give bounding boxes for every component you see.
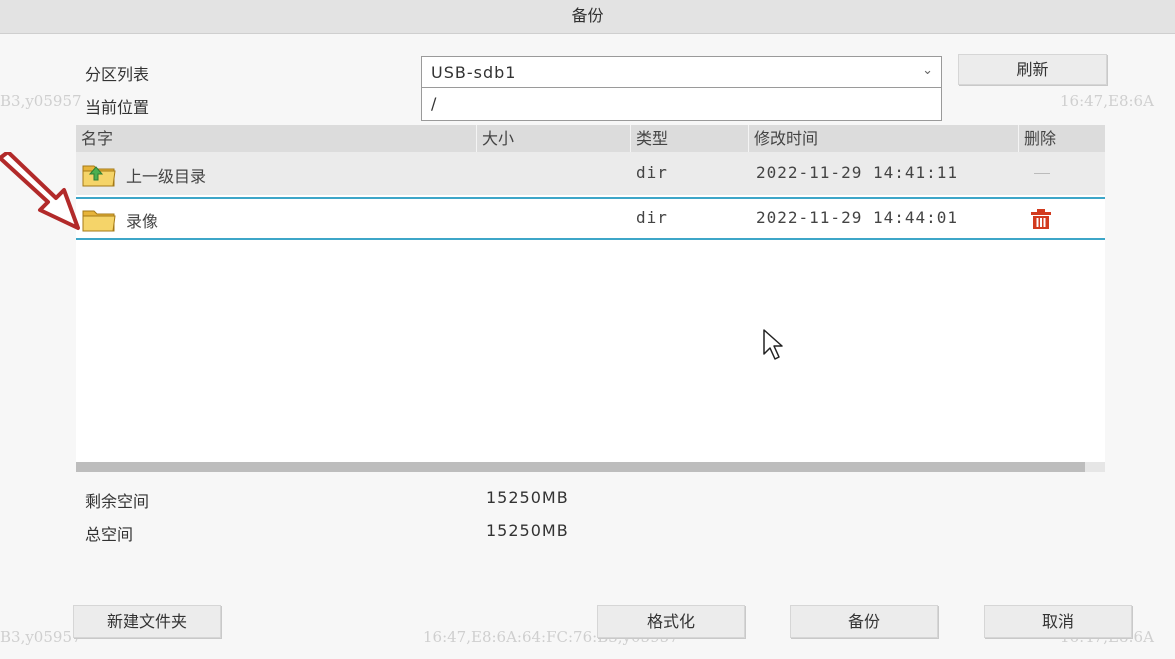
row-modified: 2022-11-29 14:41:11 [756, 163, 959, 182]
row-name: 录像 [126, 212, 159, 231]
partition-label: 分区列表 [85, 65, 150, 84]
partition-select[interactable]: USB-sdb1 ⌄ [421, 56, 942, 88]
location-label: 当前位置 [85, 98, 150, 117]
scrollbar-thumb[interactable] [76, 462, 1085, 472]
window-title: 备份 [0, 0, 1175, 34]
column-header-delete: 删除 [1018, 125, 1105, 152]
table-header: 名字 大小 类型 修改时间 删除 [76, 125, 1105, 152]
table-row-parent[interactable]: 上一级目录 dir 2022-11-29 14:41:11 [76, 152, 1105, 195]
watermark-left: B3,y05957 [0, 92, 82, 110]
location-value: / [431, 94, 437, 113]
backup-button[interactable]: 备份 [790, 605, 938, 638]
row-modified: 2022-11-29 14:44:01 [756, 208, 959, 227]
column-header-name: 名字 [81, 129, 114, 148]
row-name: 上一级目录 [126, 167, 207, 186]
refresh-button[interactable]: 刷新 [958, 54, 1107, 85]
watermark-right: 16:47,E8:6A [1060, 92, 1154, 110]
free-space-label: 剩余空间 [85, 492, 150, 511]
column-header-modified: 修改时间 [748, 125, 1018, 152]
delete-unavailable [1034, 173, 1050, 174]
row-type: dir [636, 163, 668, 182]
location-field: / [421, 88, 942, 121]
format-button[interactable]: 格式化 [597, 605, 745, 638]
partition-select-value: USB-sdb1 [431, 63, 517, 82]
annotation-arrow-icon [0, 152, 80, 230]
total-space-value: 15250MB [486, 521, 569, 540]
mouse-cursor-icon [763, 329, 783, 360]
free-space-value: 15250MB [486, 488, 569, 507]
watermark-left-bottom: B3,y05957 [0, 628, 82, 646]
row-type: dir [636, 208, 668, 227]
column-header-type: 类型 [630, 125, 748, 152]
total-space-label: 总空间 [85, 525, 134, 544]
new-folder-button[interactable]: 新建文件夹 [73, 605, 221, 638]
cancel-button[interactable]: 取消 [984, 605, 1132, 638]
horizontal-scrollbar[interactable] [76, 462, 1105, 472]
trash-icon[interactable] [1030, 208, 1052, 230]
chevron-down-icon: ⌄ [922, 63, 933, 78]
column-header-size: 大小 [476, 125, 630, 152]
table-row-selected[interactable]: 录像 dir 2022-11-29 14:44:01 [76, 197, 1105, 240]
